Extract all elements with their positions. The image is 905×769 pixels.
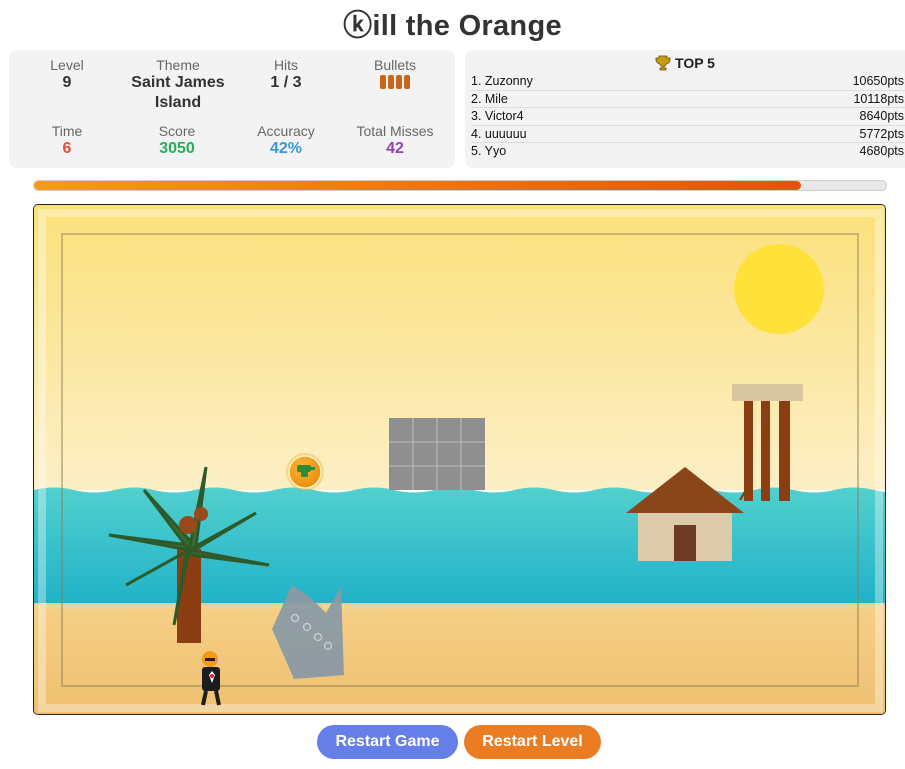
leaderboard-player: 4. uuuuuu <box>471 126 527 141</box>
score-label: Score <box>158 123 196 139</box>
accuracy-label: Accuracy <box>257 123 315 139</box>
stats-panel: Level 9 Theme Saint James Island Hits 1 … <box>9 50 455 168</box>
bullet-icon <box>404 75 410 89</box>
bullet-icon <box>396 75 402 89</box>
sun <box>734 244 824 334</box>
leaderboard-player: 5. Yyo <box>471 144 507 158</box>
game-canvas[interactable] <box>33 204 886 715</box>
level-progress-bar <box>33 180 887 191</box>
level-progress-fill <box>34 181 801 190</box>
accuracy-value: 42% <box>269 140 303 157</box>
time-label: Time <box>51 123 83 139</box>
stone-block-obstacle <box>389 418 485 490</box>
sand-edge <box>34 603 885 609</box>
leaderboard-score: 5772pts <box>859 126 904 141</box>
misses-stat: Total Misses 42 <box>340 123 450 159</box>
time-stat: Time 6 <box>12 123 122 159</box>
bullets-indicator <box>340 75 450 89</box>
leaderboard-player: 2. Mile <box>471 91 508 106</box>
sea <box>34 487 885 607</box>
level-value: 9 <box>62 74 72 91</box>
leaderboard-row: 4. uuuuuu 5772pts <box>471 126 905 143</box>
leaderboard-score: 10118pts <box>853 91 904 106</box>
hits-stat: Hits 1 / 3 <box>231 57 341 93</box>
leaderboard-score: 4680pts <box>859 144 904 158</box>
accuracy-stat: Accuracy 42% <box>231 123 341 159</box>
leaderboard-row: 2. Mile 10118pts <box>471 91 905 108</box>
leaderboard-row: 3. Victor4 8640pts <box>471 108 905 126</box>
score-value: 3050 <box>159 140 195 157</box>
time-value: 6 <box>62 140 72 157</box>
hits-label: Hits <box>273 57 299 73</box>
theme-stat: Theme Saint James Island <box>122 57 234 113</box>
leaderboard-title: TOP 5 <box>675 55 715 71</box>
misses-label: Total Misses <box>356 123 434 139</box>
orange-target[interactable] <box>286 453 324 491</box>
restart-game-button[interactable]: Restart Game <box>317 725 458 759</box>
misses-value: 42 <box>386 140 404 157</box>
leaderboard-score: 10650pts <box>852 74 904 88</box>
hits-value: 1 / 3 <box>270 74 302 91</box>
level-label: Level <box>50 57 84 73</box>
leaderboard-player: 3. Victor4 <box>471 109 524 123</box>
theme-label: Theme <box>156 57 200 73</box>
game-scene[interactable] <box>34 205 886 715</box>
leaderboard-list: 1. Zuzonny 10650pts 2. Mile 10118pts 3. Vict… <box>471 73 905 160</box>
leaderboard-player: 1. Zuzonny <box>471 74 533 88</box>
leaderboard-row: 5. Yyo 4680pts <box>471 143 905 160</box>
bullet-icon <box>388 75 394 89</box>
page-title: ⓚill the Orange <box>343 10 562 42</box>
leaderboard-score: 8640pts <box>859 109 904 123</box>
bullets-stat: Bullets <box>340 57 450 89</box>
leaderboard-row: 1. Zuzonny 10650pts <box>471 73 905 91</box>
bullet-icon <box>380 75 386 89</box>
restart-level-button[interactable]: Restart Level <box>464 725 601 759</box>
beach <box>34 605 885 714</box>
level-stat: Level 9 <box>12 57 122 93</box>
score-stat: Score 3050 <box>122 123 232 159</box>
leaderboard-header: TOP 5 <box>465 55 905 71</box>
trophy-icon <box>655 55 671 71</box>
bullets-label: Bullets <box>373 57 417 73</box>
leaderboard-panel: TOP 5 1. Zuzonny 10650pts 2. Mile 10118pts 3… <box>465 50 905 168</box>
theme-value: Saint James Island <box>131 74 225 111</box>
